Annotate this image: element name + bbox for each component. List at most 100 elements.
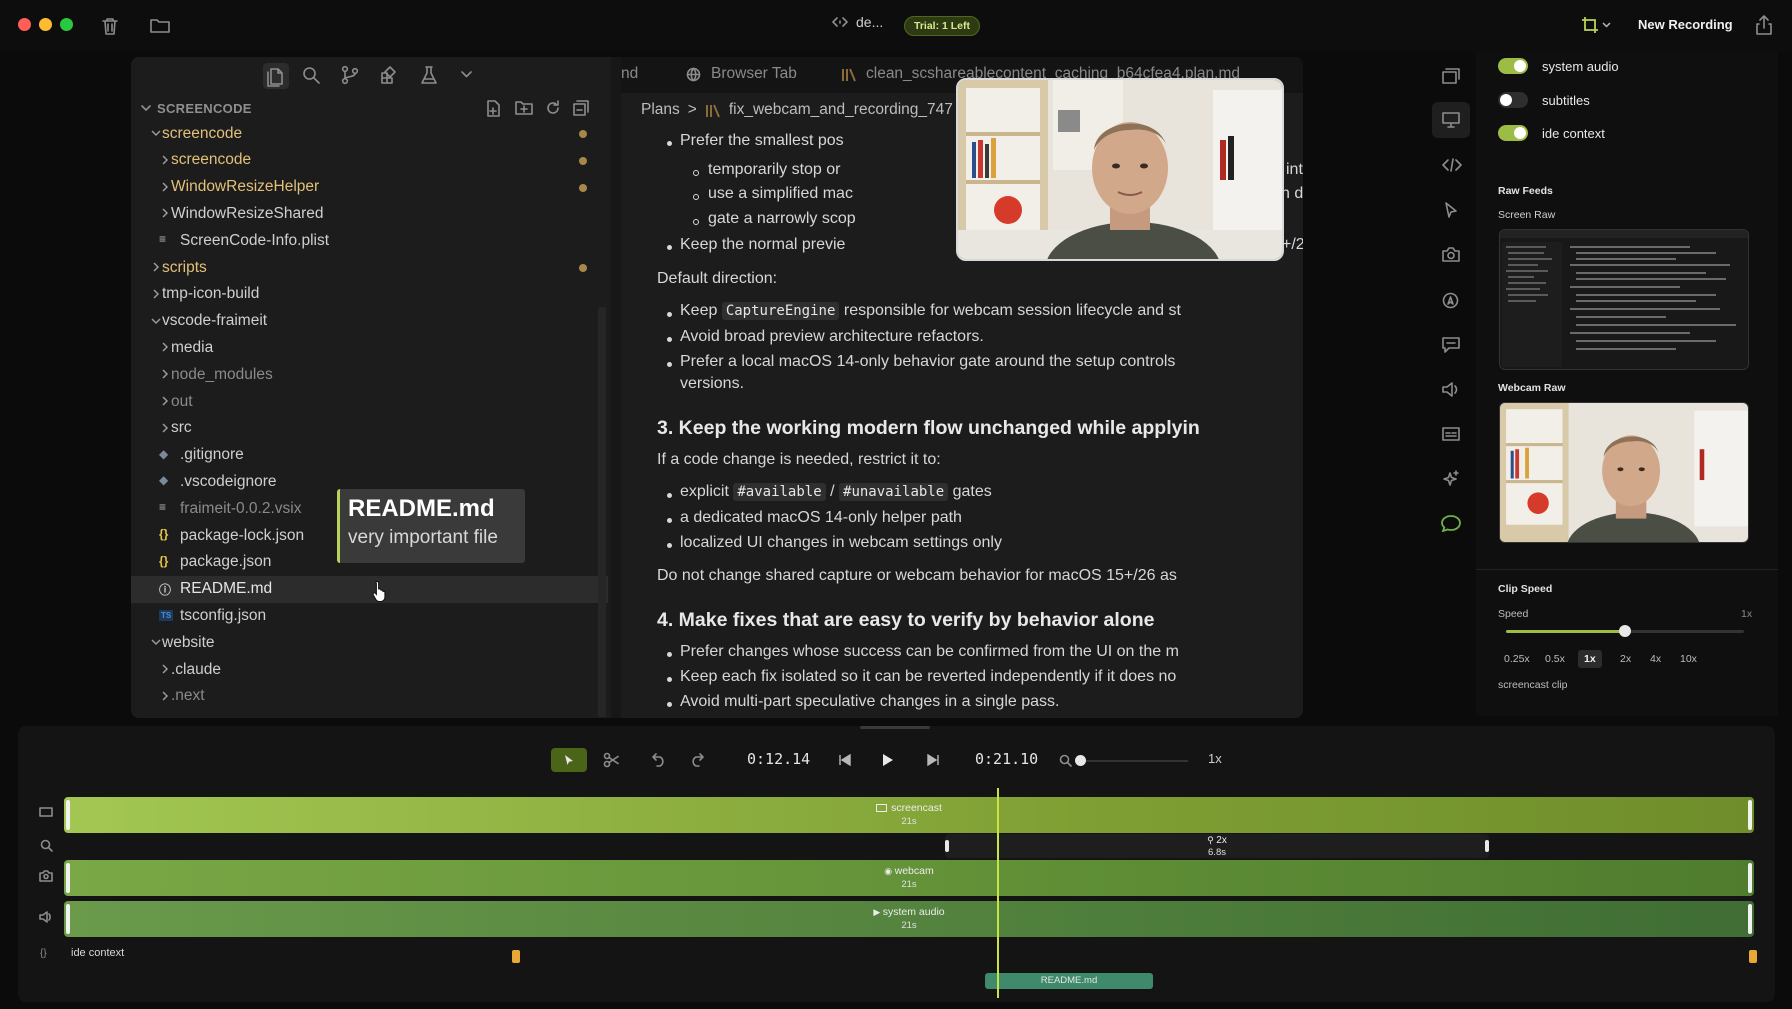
beaker-icon[interactable] (420, 65, 438, 85)
chat-bubble-icon[interactable] (1441, 515, 1461, 532)
tree-item-node-modules[interactable]: node_modules (131, 361, 608, 388)
bullet-dot (667, 652, 672, 657)
toggle-switch[interactable] (1498, 92, 1528, 108)
webcam-raw-thumbnail[interactable] (1499, 402, 1749, 543)
new-file-icon[interactable] (486, 100, 502, 117)
source-control-icon[interactable] (341, 65, 359, 85)
speed-slider-track[interactable] (1506, 625, 1744, 637)
speed-slider-knob[interactable] (1619, 625, 1631, 637)
new-folder-icon[interactable] (515, 100, 533, 116)
skip-forward-icon[interactable] (927, 754, 940, 766)
layers-icon[interactable] (1442, 68, 1460, 84)
git-file-icon: ◆ (159, 446, 169, 461)
speed-option-2x[interactable]: 2x (1614, 650, 1637, 668)
tree-item-claude[interactable]: .claude (131, 656, 608, 683)
tree-item-readme-md[interactable]: ⓘ README.md (131, 575, 608, 603)
zoom-segment[interactable]: ⚲ 2x 6.8s (945, 834, 1489, 858)
tree-item-scripts[interactable]: scripts (131, 254, 608, 281)
collapse-all-icon[interactable] (573, 100, 589, 116)
speed-option-10x[interactable]: 10x (1674, 650, 1703, 668)
trial-badge[interactable]: Trial: 1 Left (904, 16, 981, 36)
tree-item-out[interactable]: out (131, 388, 608, 415)
tree-item-tmp-icon-build[interactable]: tmp-icon-build (131, 281, 608, 308)
tree-item-vscode-fraimeit[interactable]: vscode-fraimeit (131, 308, 608, 335)
tree-item-gitignore[interactable]: ◆ .gitignore (131, 442, 608, 469)
document-title: de... (832, 14, 883, 30)
sparkle-icon[interactable] (1443, 470, 1459, 487)
compass-icon[interactable] (1442, 292, 1459, 309)
share-icon[interactable] (1756, 15, 1772, 35)
toggle-subtitles[interactable]: subtitles (1498, 92, 1590, 108)
close-window-button[interactable] (18, 18, 31, 31)
camera-icon[interactable] (1442, 247, 1460, 262)
screencast-track[interactable]: screencast 21s (64, 797, 1754, 833)
screencast-track-duration: 21s (901, 816, 917, 827)
explorer-scrollbar[interactable] (598, 307, 606, 717)
tab-plan-partial[interactable]: nd (621, 65, 638, 83)
tree-item-label: .gitignore (180, 446, 244, 464)
scissors-icon[interactable] (603, 752, 619, 768)
plan-line: temporarily stop or (708, 161, 841, 178)
tree-item-screencode-info-plist[interactable]: ≡ ScreenCode-Info.plist (131, 227, 608, 254)
webcam-overlay[interactable] (956, 78, 1284, 261)
speed-option-4x[interactable]: 4x (1644, 650, 1667, 668)
explorer-section-header[interactable]: SCREENCODE (141, 96, 608, 122)
tree-item-screencode[interactable]: screencode (131, 147, 608, 174)
skip-back-icon[interactable] (838, 754, 851, 766)
tree-item-screencode[interactable]: screencode (131, 120, 608, 147)
plan-line: explicit #available / #unavailable gates (680, 483, 992, 501)
speed-option-1x[interactable]: 1x (1578, 650, 1602, 668)
folder-icon[interactable] (150, 17, 170, 34)
code-icon[interactable] (1442, 158, 1462, 172)
webcam-track[interactable]: ◉ webcam 21s (64, 860, 1754, 896)
comment-icon[interactable] (1442, 337, 1460, 353)
ide-event-marker[interactable] (512, 950, 520, 963)
zoom-slider-knob[interactable] (1075, 755, 1087, 766)
playhead[interactable] (997, 788, 1000, 998)
tree-item-windowresizeshared[interactable]: WindowResizeShared (131, 200, 608, 227)
refresh-icon[interactable] (545, 100, 561, 116)
cursor-icon[interactable] (1444, 202, 1458, 218)
tree-item-windowresizehelper[interactable]: WindowResizeHelper (131, 174, 608, 201)
readme-ide-clip[interactable]: README.md (985, 973, 1153, 989)
trash-icon[interactable] (101, 16, 119, 36)
tree-item-media[interactable]: media (131, 334, 608, 361)
toggle-system-audio[interactable]: system audio (1498, 58, 1619, 74)
undo-icon[interactable] (652, 753, 666, 767)
zoom-segment-duration: 6.8s (1208, 847, 1226, 858)
speed-option-0-5x[interactable]: 0.5x (1539, 650, 1571, 668)
toggle-switch[interactable] (1498, 58, 1528, 74)
extensions-icon[interactable] (380, 65, 400, 85)
timeline-zoom-slider[interactable] (1075, 755, 1188, 766)
audio-track[interactable]: ▶ system audio 21s (64, 901, 1754, 937)
chevron-down-icon[interactable] (461, 71, 472, 78)
search-icon[interactable] (302, 66, 320, 84)
toggle-ide-context[interactable]: ide context (1498, 125, 1605, 141)
speed-option-0-25x[interactable]: 0.25x (1498, 650, 1536, 668)
redo-icon[interactable] (690, 753, 704, 767)
tree-item-next[interactable]: .next (131, 683, 608, 710)
minimize-window-button[interactable] (39, 18, 52, 31)
plan-line: Prefer a local macOS 14-only behavior ga… (680, 353, 1176, 370)
toggle-switch[interactable] (1498, 125, 1528, 141)
breadcrumb-plans[interactable]: Plans (641, 101, 680, 119)
zoom-window-button[interactable] (60, 18, 73, 31)
files-icon[interactable] (263, 63, 289, 89)
ide-event-marker[interactable] (1749, 950, 1757, 963)
tree-item-label: fraimeit-0.0.2.vsix (180, 499, 302, 517)
crop-dropdown[interactable] (1581, 16, 1611, 34)
volume-icon[interactable] (1442, 382, 1460, 397)
tab-browser[interactable]: Browser Tab (681, 57, 831, 93)
screen-raw-thumbnail[interactable] (1499, 229, 1749, 370)
new-recording-button[interactable]: New Recording (1638, 17, 1733, 32)
screen-tab[interactable] (1432, 102, 1470, 138)
play-button[interactable] (882, 753, 894, 767)
tree-item-label: media (171, 338, 214, 356)
tree-item-src[interactable]: src (131, 415, 608, 442)
select-tool-button[interactable] (551, 748, 587, 772)
captions-icon[interactable] (1442, 427, 1460, 441)
breadcrumb-file[interactable]: fix_webcam_and_recording_747 (729, 101, 953, 119)
tree-item-website[interactable]: website (131, 629, 608, 656)
sub-bullet (693, 194, 699, 200)
tree-item-tsconfig-json[interactable]: TS tsconfig.json (131, 602, 608, 629)
